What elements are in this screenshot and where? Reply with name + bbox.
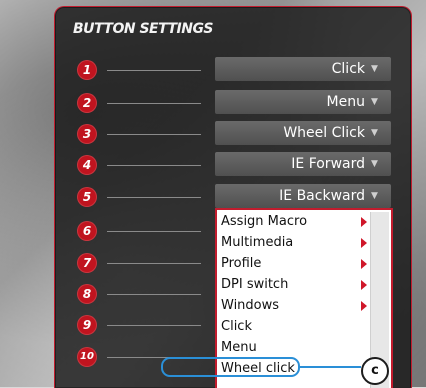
chevron-down-icon: ▼ xyxy=(371,191,378,201)
connector-line xyxy=(107,325,201,326)
callout-badge: c xyxy=(361,357,389,385)
connector-line xyxy=(107,134,201,135)
button-number-badge: 9 xyxy=(77,315,97,335)
dropdown-value: Click xyxy=(331,61,365,77)
menu-item-multimedia[interactable]: Multimedia xyxy=(221,233,293,253)
menu-item-profile[interactable]: Profile xyxy=(221,254,261,274)
dropdown-value: Wheel Click xyxy=(283,125,365,141)
action-dropdown[interactable]: Wheel Click ▼ xyxy=(215,121,391,145)
menu-item-assign-macro[interactable]: Assign Macro xyxy=(221,212,307,232)
button-number-badge: 8 xyxy=(77,284,97,304)
chevron-down-icon: ▼ xyxy=(371,159,378,169)
button-number-badge: 1 xyxy=(77,60,97,80)
submenu-arrow-icon xyxy=(361,301,367,311)
menu-item-menu[interactable]: Menu xyxy=(221,338,257,358)
chevron-down-icon: ▼ xyxy=(371,97,378,107)
connector-line xyxy=(107,294,201,295)
button-number-badge: 7 xyxy=(77,253,97,273)
connector-line xyxy=(107,70,201,71)
submenu-arrow-icon xyxy=(361,280,367,290)
button-row: 1 Click ▼ xyxy=(55,57,411,83)
button-row: 5 IE Backward ▼ xyxy=(55,184,411,210)
connector-line xyxy=(107,103,201,104)
callout-connector xyxy=(300,366,361,368)
chevron-down-icon: ▼ xyxy=(371,64,378,74)
menu-item-windows[interactable]: Windows xyxy=(221,296,279,316)
panel-title: BUTTON SETTINGS xyxy=(73,21,214,37)
connector-line xyxy=(107,165,201,166)
selection-highlight xyxy=(161,357,300,377)
connector-line xyxy=(107,263,201,264)
submenu-arrow-icon xyxy=(361,238,367,248)
connector-line xyxy=(107,231,201,232)
menu-item-dpi-switch[interactable]: DPI switch xyxy=(221,275,288,295)
action-dropdown[interactable]: Click ▼ xyxy=(215,57,391,81)
button-row: 3 Wheel Click ▼ xyxy=(55,121,411,147)
dropdown-value: IE Forward xyxy=(291,156,365,172)
dropdown-value: IE Backward xyxy=(279,188,365,204)
submenu-arrow-icon xyxy=(361,217,367,227)
action-dropdown[interactable]: Menu ▼ xyxy=(215,90,391,114)
button-number-badge: 5 xyxy=(77,187,97,207)
button-number-badge: 10 xyxy=(77,347,97,367)
action-dropdown[interactable]: IE Forward ▼ xyxy=(215,152,391,176)
connector-line xyxy=(107,197,201,198)
button-number-badge: 6 xyxy=(77,221,97,241)
button-number-badge: 3 xyxy=(77,124,97,144)
button-row: 2 Menu ▼ xyxy=(55,90,411,116)
menu-item-click[interactable]: Click xyxy=(221,317,252,337)
dropdown-value: Menu xyxy=(326,94,365,110)
button-number-badge: 4 xyxy=(77,155,97,175)
button-number-badge: 2 xyxy=(77,93,97,113)
chevron-down-icon: ▼ xyxy=(371,128,378,138)
action-dropdown[interactable]: IE Backward ▼ xyxy=(215,184,391,208)
submenu-arrow-icon xyxy=(361,259,367,269)
button-row: 4 IE Forward ▼ xyxy=(55,152,411,178)
button-settings-panel: BUTTON SETTINGS 1 Click ▼ 2 Menu ▼ 3 Whe… xyxy=(54,6,412,388)
